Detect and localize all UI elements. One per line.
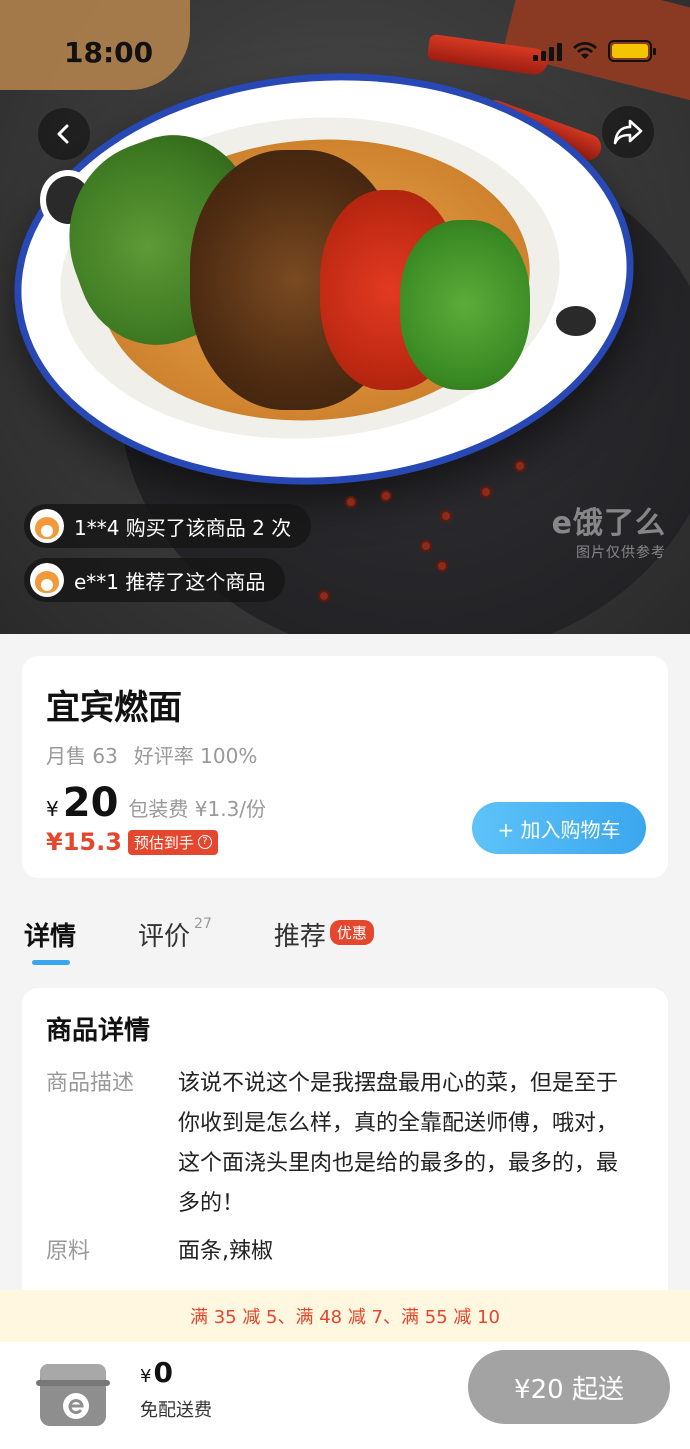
- rating: 好评率 100%: [133, 744, 258, 768]
- share-button[interactable]: [602, 106, 654, 158]
- battery-icon: [608, 40, 656, 62]
- tab-label: 推荐: [273, 922, 326, 952]
- promo-banner: 满 35 减 5、满 48 减 7、满 55 减 10: [0, 1290, 690, 1342]
- product-title: 宜宾燃面: [46, 688, 182, 728]
- description-label: 商品描述: [46, 1071, 135, 1096]
- peppercorn: [318, 590, 330, 602]
- cart-bar: ¥ 0 免配送费 ¥20 起送: [0, 1342, 690, 1449]
- peppercorn: [440, 510, 452, 522]
- toast-text: 1**4 购买了该商品 2 次: [74, 515, 292, 540]
- delivery-fee: 免配送费: [140, 1400, 212, 1421]
- avatar: [30, 563, 64, 597]
- details-title: 商品详情: [46, 1016, 151, 1046]
- peppercorn: [380, 490, 392, 502]
- watermark-caption: 图片仅供参考: [576, 545, 666, 561]
- tab-bar: 详情 评价 27 推荐 优惠: [24, 916, 436, 965]
- review-count: 27: [194, 916, 212, 932]
- ingredients-row: 原料 面条,辣椒: [46, 1232, 638, 1272]
- avatar: [30, 509, 64, 543]
- peppercorn: [420, 540, 432, 552]
- product-details-card: 商品详情 商品描述 该说不说这个是我摆盘最用心的菜，但是至于你收到是怎么样，真的…: [22, 988, 668, 1308]
- back-button[interactable]: [38, 108, 90, 160]
- estimated-tag[interactable]: 预估到手 ?: [127, 829, 218, 855]
- peppercorn: [345, 496, 357, 508]
- monthly-sales: 月售 63: [46, 744, 118, 768]
- cart-bag-icon[interactable]: [34, 1350, 112, 1430]
- tab-recommend[interactable]: 推荐 优惠: [274, 916, 374, 953]
- cart-currency: ¥: [140, 1366, 152, 1387]
- description-text: 该说不说这个是我摆盘最用心的菜，但是至于你收到是怎么样，真的全靠配送师傅，哦对，…: [178, 1071, 619, 1216]
- tab-label: 详情: [24, 922, 77, 952]
- estimated-price-row: ¥15.3 预估到手 ?: [46, 828, 218, 856]
- add-to-cart-button[interactable]: + 加入购物车: [472, 802, 646, 854]
- packing-fee: 包装费 ¥1.3/份: [128, 797, 267, 821]
- signal-icon: [533, 41, 562, 61]
- purchase-toast: 1**4 购买了该商品 2 次: [24, 504, 312, 548]
- ingredients-text: 面条,辣椒: [178, 1239, 273, 1264]
- tab-reviews[interactable]: 评价 27: [138, 916, 212, 953]
- cart-total: ¥ 0: [140, 1356, 173, 1389]
- share-icon: [613, 119, 643, 145]
- description-row: 商品描述 该说不说这个是我摆盘最用心的菜，但是至于你收到是怎么样，真的全靠配送师…: [46, 1064, 638, 1224]
- estimated-tag-label: 预估到手: [133, 833, 194, 852]
- peppercorn: [480, 486, 492, 498]
- tab-label: 评价: [138, 922, 191, 952]
- product-info-card: 宜宾燃面 月售 63 好评率 100% ¥ 20 包装费 ¥1.3/份 ¥15.…: [22, 656, 668, 878]
- peppercorn: [436, 560, 448, 572]
- scallion-topping: [400, 220, 530, 390]
- watermark: e饿了么 图片仅供参考: [552, 498, 666, 562]
- recommend-toast: e**1 推荐了这个商品: [24, 558, 286, 602]
- watermark-logo: e饿了么: [551, 506, 666, 541]
- status-icons: [533, 40, 656, 62]
- tab-details[interactable]: 详情: [24, 916, 77, 965]
- price-row: ¥ 20 包装费 ¥1.3/份: [46, 780, 266, 826]
- chevron-left-icon: [57, 124, 69, 144]
- question-icon: ?: [197, 835, 212, 849]
- ingredients-label: 原料: [46, 1239, 91, 1264]
- product-meta: 月售 63 好评率 100%: [46, 740, 257, 769]
- currency-symbol: ¥: [46, 797, 59, 821]
- toast-text: e**1 推荐了这个商品: [74, 569, 266, 594]
- peppercorn: [514, 460, 526, 472]
- estimated-price: ¥15.3: [46, 828, 122, 856]
- product-price: 20: [62, 780, 119, 826]
- status-time: 18:00: [64, 36, 154, 69]
- minimum-order-button[interactable]: ¥20 起送: [468, 1350, 670, 1424]
- wifi-icon: [573, 42, 597, 59]
- bowl-handle: [550, 300, 602, 342]
- discount-badge: 优惠: [329, 920, 374, 945]
- cart-total-value: 0: [153, 1356, 173, 1389]
